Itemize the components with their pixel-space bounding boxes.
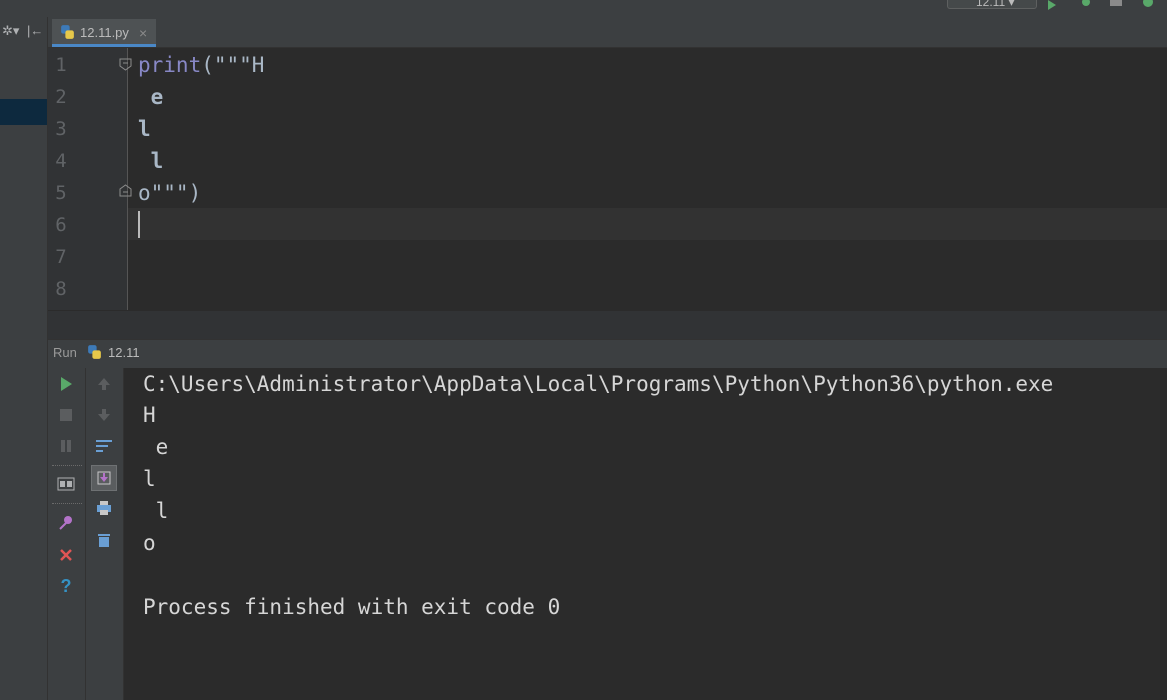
console-line: o [143,531,156,555]
arrow-down-icon [98,409,110,421]
pin-icon [59,516,72,530]
code-line: l [138,149,164,173]
editor-tab-bar [48,17,1167,48]
editor-bottom-strip [48,310,1167,339]
debug-icon[interactable] [1078,0,1094,10]
stop-button[interactable] [54,403,78,427]
project-panel-tools: ✲▾ |← [0,20,47,42]
line-number: 7 [55,246,67,268]
rerun-button[interactable] [54,372,78,396]
down-stack-button[interactable] [92,403,116,427]
run-config-tab[interactable]: 12.11 [108,344,140,362]
line-number: 2 [55,86,67,108]
text-caret [138,211,140,238]
clear-all-button[interactable] [92,528,116,552]
scroll-end-icon [97,471,111,485]
coverage-icon[interactable] [1108,0,1124,10]
console-line: e [143,435,169,459]
code-line: print("""H [138,49,264,81]
layout-icon [57,477,75,491]
console-line: H [143,403,156,427]
code-line: l [138,117,151,141]
trash-icon [98,534,110,547]
pin-tab-button[interactable] [54,511,78,535]
fold-end-marker-icon[interactable] [119,184,132,197]
close-icon[interactable]: × [139,23,147,43]
profile-icon[interactable] [1140,0,1156,10]
help-button[interactable]: ? [54,574,78,598]
collapse-icon[interactable]: |← [27,23,43,38]
code-text: ("""H [201,53,265,77]
scroll-to-end-button[interactable] [91,465,117,491]
console-line: l [143,467,156,491]
play-icon [61,377,72,391]
builtin-function: print [138,53,202,77]
python-file-icon [61,25,74,39]
console-command-line: C:\Users\Administrator\AppData\Local\Pro… [143,372,1054,396]
arrow-up-icon [98,378,110,390]
code-editor[interactable] [128,48,1167,310]
close-icon [60,549,72,561]
gear-icon[interactable]: ✲▾ [2,23,19,38]
pause-icon [61,440,71,452]
up-stack-button[interactable] [92,372,116,396]
toolbar-divider [52,465,82,467]
console-line: l [143,499,169,523]
exit-message: Process finished with exit code 0 [143,595,561,619]
code-line: e [138,85,164,109]
chevron-down-icon: ▾ [1008,0,1015,9]
fold-marker-icon[interactable] [119,58,132,71]
line-number: 5 [55,182,67,204]
run-config-label: 12.11 [976,0,1006,9]
print-button[interactable] [92,496,116,520]
console-output[interactable] [124,368,1167,700]
run-config-selector[interactable]: 12.11 ▾ [947,0,1037,9]
line-number: 4 [55,150,67,172]
toolbar-divider [52,503,82,505]
code-line: o""") [138,181,202,205]
run-icon[interactable] [1048,0,1064,10]
close-run-button[interactable] [54,543,78,567]
soft-wrap-icon [96,440,112,452]
project-tree-selected-item[interactable] [0,99,47,125]
soft-wrap-button[interactable] [92,434,116,458]
line-number: 3 [55,118,67,140]
run-panel-title: Run [53,345,77,360]
line-number: 8 [55,278,67,300]
python-config-icon [88,345,101,359]
run-panel-header [48,339,1167,369]
editor-tab-label: 12.11.py [80,25,129,40]
restore-layout-button[interactable] [54,472,78,496]
pause-button[interactable] [54,434,78,458]
current-line-highlight [128,208,1167,240]
print-icon [97,501,111,515]
line-number: 1 [55,54,67,76]
line-number: 6 [55,214,67,236]
stop-icon [60,409,72,421]
help-icon: ? [60,575,72,596]
